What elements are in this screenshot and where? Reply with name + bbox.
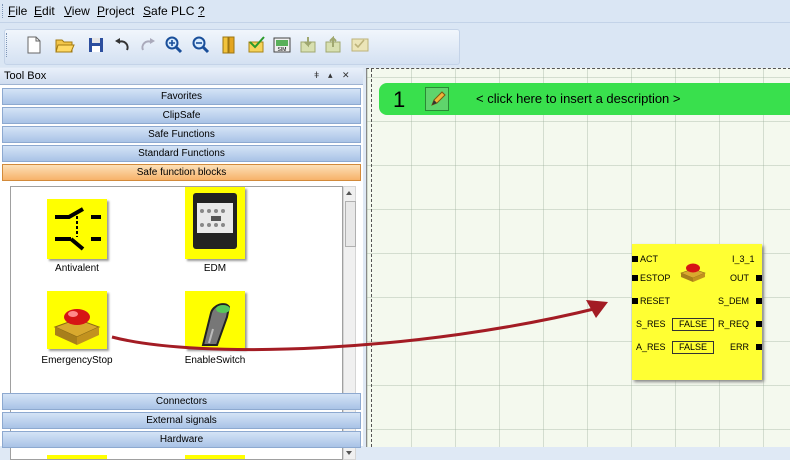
param-label-a-res: A_RES	[636, 342, 666, 352]
item-label-edm: EDM	[203, 263, 227, 274]
pin-label-s-dem: S_DEM	[718, 296, 750, 306]
pin-label-act: ACT	[640, 254, 658, 264]
pin-label-estop: ESTOP	[640, 273, 671, 283]
scroll-down-icon[interactable]	[346, 451, 352, 455]
category-clipsafe[interactable]: ClipSafe	[2, 107, 361, 124]
category-safe-functions[interactable]: Safe Functions	[2, 126, 361, 143]
category-external-signals[interactable]: External signals	[2, 412, 361, 429]
library-icon[interactable]	[219, 35, 239, 55]
undo-icon[interactable]	[112, 35, 132, 55]
menu-view[interactable]: View	[64, 4, 90, 18]
category-safe-function-blocks[interactable]: Safe function blocks	[2, 164, 361, 181]
emergency-stop-function-block[interactable]: ACT ESTOP RESET S_RES FALSE A_RES FALSE …	[632, 244, 762, 380]
item-label-enableswitch: EnableSwitch	[184, 355, 246, 366]
close-icon[interactable]: ✕	[342, 70, 350, 81]
pin-label-err: ERR	[730, 342, 750, 352]
param-label-s-res: S_RES	[636, 319, 666, 329]
input-pin[interactable]	[632, 298, 638, 304]
output-pin[interactable]	[756, 321, 762, 327]
output-pin[interactable]	[756, 344, 762, 350]
input-pin[interactable]	[632, 275, 638, 281]
contactor-relay-icon[interactable]	[185, 187, 245, 259]
category-favorites[interactable]: Favorites	[2, 88, 361, 105]
toolbox-title: Tool Box	[4, 70, 47, 82]
next-item-icon[interactable]	[185, 455, 245, 459]
item-label-antivalent: Antivalent	[55, 263, 99, 274]
toolbar-grip	[6, 33, 9, 57]
dropdown-icon[interactable]: ▴	[328, 70, 333, 81]
toolbox-panel: Tool Box ǂ ▴ ✕ Favorites ClipSafe Safe F…	[0, 68, 363, 460]
redo-icon[interactable]	[138, 35, 158, 55]
enable-switch-icon[interactable]	[185, 291, 245, 349]
menu-safe-plc[interactable]: Safe PLC	[143, 4, 194, 18]
toolbar: SIM	[0, 23, 790, 67]
open-folder-icon[interactable]	[55, 35, 75, 55]
next-item-icon[interactable]	[47, 455, 107, 459]
new-file-icon[interactable]	[24, 35, 44, 55]
simulation-icon[interactable]: SIM	[272, 35, 292, 55]
antivalent-switch-icon[interactable]	[47, 199, 107, 259]
toolbox-title-bar: Tool Box ǂ ▴ ✕	[0, 68, 363, 85]
output-pin[interactable]	[756, 298, 762, 304]
category-standard-functions[interactable]: Standard Functions	[2, 145, 361, 162]
upload-icon[interactable]	[323, 35, 343, 55]
menu-file[interactable]: File	[8, 4, 27, 18]
menu-edit[interactable]: Edit	[34, 4, 55, 18]
param-value-a-res[interactable]: FALSE	[672, 341, 714, 354]
menu-bar: File Edit View Project Safe PLC ?	[0, 0, 790, 23]
network-description-bar[interactable]: 1 < click here to insert a description >	[379, 83, 790, 115]
category-connectors[interactable]: Connectors	[2, 393, 361, 410]
emergency-stop-icon	[678, 258, 708, 282]
menu-grip	[2, 4, 5, 18]
zoom-out-icon[interactable]	[191, 35, 211, 55]
category-hardware[interactable]: Hardware	[2, 431, 361, 448]
compare-icon[interactable]	[350, 35, 370, 55]
network-number: 1	[393, 87, 406, 112]
pencil-icon[interactable]	[425, 87, 449, 111]
check-icon[interactable]	[246, 35, 266, 55]
pin-label-r-req: R_REQ	[718, 319, 750, 329]
menu-project[interactable]: Project	[97, 4, 134, 18]
scroll-thumb[interactable]	[345, 201, 356, 247]
output-pin[interactable]	[756, 275, 762, 281]
save-icon[interactable]	[86, 35, 106, 55]
pin-label-out: OUT	[730, 273, 749, 283]
download-icon[interactable]	[298, 35, 318, 55]
emergency-stop-icon[interactable]	[47, 291, 107, 349]
param-value-s-res[interactable]: FALSE	[672, 318, 714, 331]
input-pin[interactable]	[632, 256, 638, 262]
pin-label-reset: RESET	[640, 296, 671, 306]
item-label-emergencystop: EmergencyStop	[41, 355, 113, 366]
zoom-in-icon[interactable]	[164, 35, 184, 55]
description-placeholder[interactable]: < click here to insert a description >	[476, 91, 681, 106]
svg-text:SIM: SIM	[278, 47, 287, 53]
menu-help[interactable]: ?	[198, 4, 205, 18]
scroll-up-icon[interactable]	[346, 191, 352, 195]
canvas-border	[371, 69, 373, 447]
instance-name: I_3_1	[732, 254, 755, 264]
pin-icon[interactable]: ǂ	[314, 70, 319, 80]
